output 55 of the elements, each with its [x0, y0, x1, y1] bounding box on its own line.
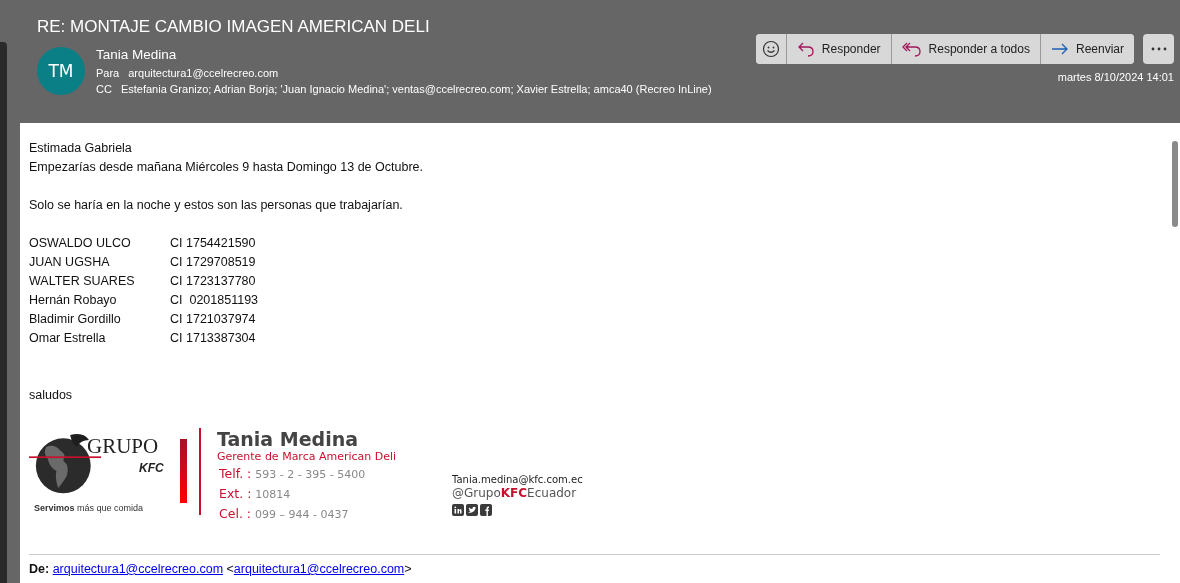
signature-name: Tania Medina	[217, 428, 360, 450]
facebook-icon[interactable]	[480, 504, 492, 516]
sender-email-link[interactable]: arquitectura1@ccelrecreo.com	[52, 562, 224, 576]
accent-bar	[180, 439, 187, 503]
person-id: CI 1713387304	[170, 331, 256, 345]
closing-text: saludos	[29, 387, 74, 404]
bracket-text: <	[226, 562, 234, 576]
sent-date: martes 8/10/2024 14:01	[1057, 71, 1174, 83]
signature-email: Tania.medina@kfc.com.ec	[452, 473, 583, 486]
person-name: Omar Estrella	[29, 330, 107, 347]
person-id: CI 1729708519	[170, 255, 256, 269]
email-subject: RE: MONTAJE CAMBIO IMAGEN AMERICAN DELI	[37, 17, 431, 37]
signature-role: Gerente de Marca American Deli	[217, 450, 398, 464]
reply-all-icon	[901, 41, 922, 57]
cc-label: CC	[96, 83, 112, 95]
person-name: JUAN UGSHA	[29, 254, 111, 271]
phone-number: 099 – 944 - 0437	[255, 508, 349, 521]
person-id: CI 1721037974	[170, 312, 256, 326]
cc-recipients: Estefania Granizo; Adrian Borja; 'Juan Ignacio Medina'; ventas@ccelrecreo.com; Xavier Estrella; amca40 (Recreo InLine)	[120, 83, 712, 95]
logo-tagline: Servimos más que comida	[34, 502, 144, 514]
smiley-icon	[761, 40, 780, 58]
more-icon	[1150, 47, 1167, 51]
phone-label: Cel. :	[219, 506, 252, 521]
react-button[interactable]	[755, 34, 787, 64]
scrollbar-thumb[interactable]	[0, 42, 7, 583]
person-id: CI 1754421590	[170, 236, 256, 250]
greeting-text: Estimada Gabriela	[29, 140, 133, 157]
body-text: Solo se haría en la noche y estos son las personas que trabajarían.	[29, 197, 404, 214]
sender-avatar: TM	[37, 47, 85, 95]
forward-arrow-icon	[1050, 42, 1069, 56]
bracket-text: >	[404, 562, 412, 576]
to-label: Para	[96, 67, 120, 79]
phone-number: 10814	[255, 488, 291, 501]
phone-label: Ext. :	[219, 486, 252, 501]
social-handle: @GrupoKFCEcuador	[452, 486, 578, 500]
phone-number: 593 - 2 - 395 - 5400	[255, 468, 366, 481]
sender-email-link[interactable]: arquitectura1@ccelrecreo.com	[233, 562, 405, 576]
person-id: CI 0201851193	[170, 293, 259, 307]
person-name: WALTER SUARES	[29, 273, 136, 290]
to-recipients: arquitectura1@ccelrecreo.com	[128, 67, 279, 79]
linkedin-icon[interactable]	[452, 504, 464, 516]
person-name: Hernán Robayo	[29, 292, 118, 309]
more-options-button[interactable]	[1143, 34, 1174, 64]
scrollbar-thumb[interactable]	[1172, 141, 1178, 227]
person-name: Bladimir Gordillo	[29, 311, 122, 328]
reply-icon	[796, 41, 815, 57]
from-label: De:	[29, 562, 50, 576]
phone-label: Telf. :	[219, 466, 252, 481]
sender-name: Tania Medina	[96, 46, 178, 64]
bird-icon[interactable]	[466, 504, 478, 516]
person-id: CI 1723137780	[170, 274, 256, 288]
logo-brand: KFC	[139, 461, 164, 475]
body-text: Empezarías desde mañana Miércoles 9 hasta Domingo 13 de Octubre.	[29, 159, 424, 176]
person-name: OSWALDO ULCO	[29, 235, 132, 252]
logo-wordmark: GRUPO	[87, 434, 159, 458]
